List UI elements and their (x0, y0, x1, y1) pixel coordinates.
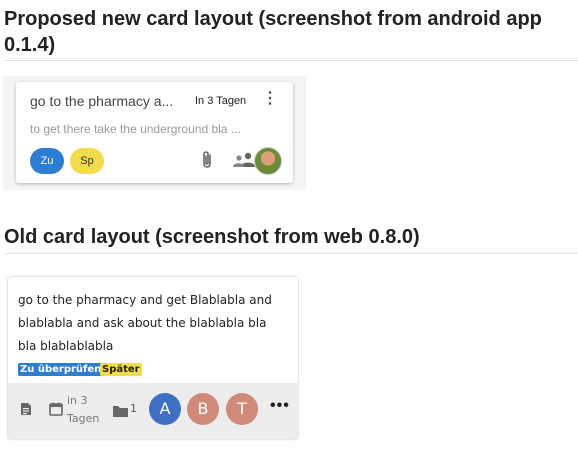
old-layout-heading: Old card layout (screenshot from web 0.8… (4, 226, 420, 248)
description-icon (20, 402, 32, 421)
android-card[interactable]: go to the pharmacy a... In 3 Tagen ⋮ to … (16, 82, 293, 183)
web-card[interactable]: go to the pharmacy and get Blablabla and… (8, 277, 298, 439)
tag-badge: Zu überprüfen (18, 363, 104, 376)
more-vert-icon[interactable]: ⋮ (262, 91, 278, 107)
card-title: go to the pharmacy a... (30, 93, 174, 109)
calendar-icon (49, 402, 63, 421)
avatar[interactable]: A (149, 393, 181, 425)
label-chip: Zu (30, 148, 64, 174)
paperclip-icon (201, 150, 213, 175)
attachment-count: 1 (130, 402, 137, 415)
card-description: to get there take the underground bla ..… (30, 122, 241, 136)
user-photo-avatar (254, 147, 282, 175)
label-chip: Sp (70, 148, 104, 174)
card-title: go to the pharmacy and get Blablabla and… (18, 293, 272, 353)
due-date: In 3 Tagen (195, 95, 247, 107)
tag-badge: Später (100, 363, 142, 376)
avatar[interactable]: T (226, 393, 258, 425)
card-footer: in 3 Tagen 1 A B T ••• (8, 383, 298, 439)
due-date: in 3 Tagen (67, 394, 100, 425)
folder-icon (113, 404, 128, 422)
more-options-icon[interactable]: ••• (270, 397, 290, 415)
avatar[interactable]: B (187, 393, 219, 425)
divider (4, 253, 578, 254)
proposed-layout-heading: Proposed new card layout (screenshot fro… (4, 8, 542, 56)
divider (4, 60, 578, 61)
